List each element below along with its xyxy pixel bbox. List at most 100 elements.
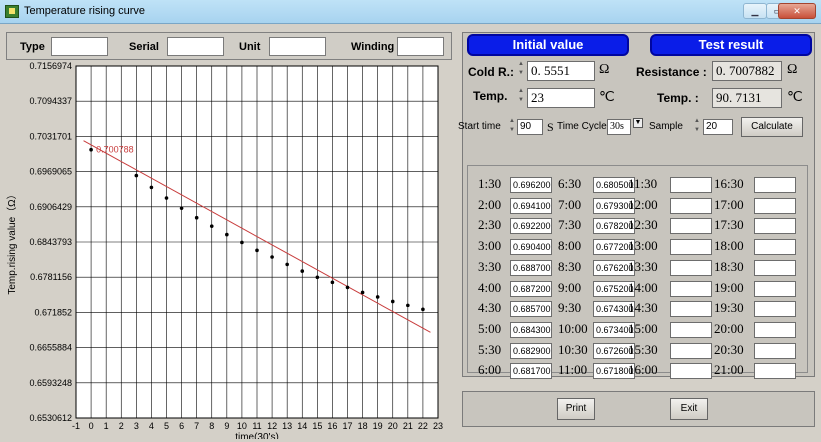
y-tick-label: 0.6843793	[29, 237, 72, 247]
start-time-input[interactable]: 90	[517, 119, 543, 135]
info-panel: Type Serial Unit Winding	[6, 32, 452, 60]
type-field[interactable]	[51, 37, 108, 56]
y-tick-label: 0.6593248	[29, 378, 72, 388]
initial-temp-input[interactable]: 23	[527, 88, 595, 108]
serial-field[interactable]	[167, 37, 224, 56]
sample-input[interactable]: 20	[703, 119, 733, 135]
reading-time-label: 19:00	[714, 279, 744, 295]
y-tick-label: 0.6906429	[29, 202, 72, 212]
right-panel: Initial value Test result Cold R.: ▲ ▼ 0.…	[458, 32, 815, 380]
test-result-header: Test result	[650, 34, 812, 56]
x-tick-label: -1	[72, 421, 80, 431]
temperature-rising-chart: -1 0 1 2 3 4 5 6 7 8 9 10 11 12 13 14 15 16 17 18 19 20 21 22 23…	[6, 61, 443, 442]
reading-time-label: 1:30	[478, 176, 502, 191]
y-tick-label: 0.6969065	[29, 167, 72, 177]
exit-button[interactable]: Exit	[670, 398, 708, 420]
x-tick-label: 13	[282, 421, 292, 431]
initial-value-header: Initial value	[467, 34, 629, 56]
result-temp-unit: ℃	[787, 90, 803, 105]
reading-value: 0.682900	[510, 342, 552, 359]
initial-temp-label: Temp.	[473, 89, 508, 103]
x-axis-label: time(30's)	[235, 432, 279, 439]
reading-time-label: 6:30	[558, 176, 582, 191]
reading-time-label: 17:00	[714, 196, 744, 212]
data-point	[300, 269, 305, 273]
reading-time-label: 14:30	[628, 300, 658, 316]
x-tick-label: 16	[327, 421, 337, 431]
unit-label: Unit	[239, 41, 261, 53]
reading-value	[670, 301, 712, 318]
data-point	[406, 303, 410, 308]
time-cycle-select[interactable]: 30s	[607, 119, 631, 135]
reading-time-label: 2:30	[478, 217, 502, 233]
window-title: Temperature rising curve	[24, 5, 146, 17]
initial-temp-unit: ℃	[599, 90, 615, 105]
x-tick-label: 17	[342, 421, 352, 431]
reading-value: 0.694100	[510, 197, 552, 214]
client-area: Type Serial Unit Winding -1 0 1 2 3 4 5 6 7 8 9 10 1…	[0, 24, 821, 442]
reading-value: 0.690400	[510, 239, 552, 256]
y-axis-label: Temp.rising value（Ω）	[6, 189, 18, 294]
minimize-button[interactable]: ▁	[743, 3, 767, 19]
readings-panel: 1:30 0.696200 2:00 0.694100 2:30 0.692200 3:00…	[467, 165, 808, 380]
x-tick-label: 3	[134, 421, 139, 431]
reading-time-label: 4:00	[478, 279, 502, 295]
x-tick-label: 14	[297, 421, 307, 431]
reading-value	[670, 280, 712, 297]
type-label: Type	[20, 41, 45, 53]
data-point	[179, 206, 184, 210]
y-tick-label: 0.7094337	[29, 96, 72, 106]
data-point	[375, 295, 380, 299]
start-time-spinner[interactable]: ▲ ▼	[508, 117, 516, 135]
start-time-unit: S	[547, 120, 554, 134]
data-point	[194, 215, 199, 220]
reading-time-label: 6:00	[478, 362, 502, 378]
reading-time-label: 18:00	[714, 238, 744, 254]
reading-value	[670, 321, 712, 338]
data-point	[315, 275, 320, 280]
reading-time-label: 4:30	[478, 300, 502, 316]
reading-value	[754, 218, 796, 235]
initial-temp-spinner[interactable]: ▲ ▼	[517, 87, 525, 107]
reading-value	[754, 301, 796, 318]
x-tick-label: 1	[104, 421, 109, 431]
reading-time-label: 5:30	[478, 341, 502, 357]
reading-time-label: 7:00	[558, 196, 582, 212]
reading-time-label: 11:30	[628, 176, 658, 191]
data-point	[89, 147, 93, 152]
chevron-down-icon[interactable]: ▼	[633, 118, 643, 128]
sample-label: Sample	[649, 121, 683, 132]
data-point	[225, 232, 229, 237]
winding-field[interactable]	[397, 37, 444, 56]
data-point	[255, 248, 259, 253]
x-tick-label: 2	[119, 421, 124, 431]
reading-time-label: 2:00	[478, 196, 502, 212]
cold-r-input[interactable]: 0. 5551	[527, 61, 595, 81]
close-button[interactable]: ✕	[778, 3, 816, 19]
calculate-button[interactable]: Calculate	[741, 117, 803, 137]
cold-r-spinner[interactable]: ▲ ▼	[517, 60, 525, 80]
reading-value: 0.692200	[510, 218, 552, 235]
reading-time-label: 10:30	[558, 341, 588, 357]
result-temp-value: 90. 7131	[712, 88, 782, 108]
x-tick-label: 10	[237, 421, 247, 431]
data-point	[209, 224, 214, 228]
reading-time-label: 15:30	[628, 341, 658, 357]
reading-time-label: 18:30	[714, 258, 744, 274]
unit-field[interactable]	[269, 37, 326, 56]
reading-value	[670, 363, 712, 380]
serial-label: Serial	[129, 41, 159, 53]
reading-value: 0.687200	[510, 280, 552, 297]
reading-time-label: 9:00	[558, 279, 582, 295]
app-icon	[5, 5, 19, 18]
y-tick-label: 0.7156974	[29, 61, 72, 71]
reading-value	[670, 239, 712, 256]
x-tick-label: 11	[252, 421, 261, 431]
reading-time-label: 7:30	[558, 217, 582, 233]
reading-value	[670, 218, 712, 235]
sample-spinner[interactable]: ▲ ▼	[693, 117, 701, 135]
x-tick-label: 5	[164, 421, 169, 431]
resistance-label: Resistance :	[636, 65, 707, 79]
print-button[interactable]: Print	[557, 398, 595, 420]
reading-value	[670, 177, 712, 193]
